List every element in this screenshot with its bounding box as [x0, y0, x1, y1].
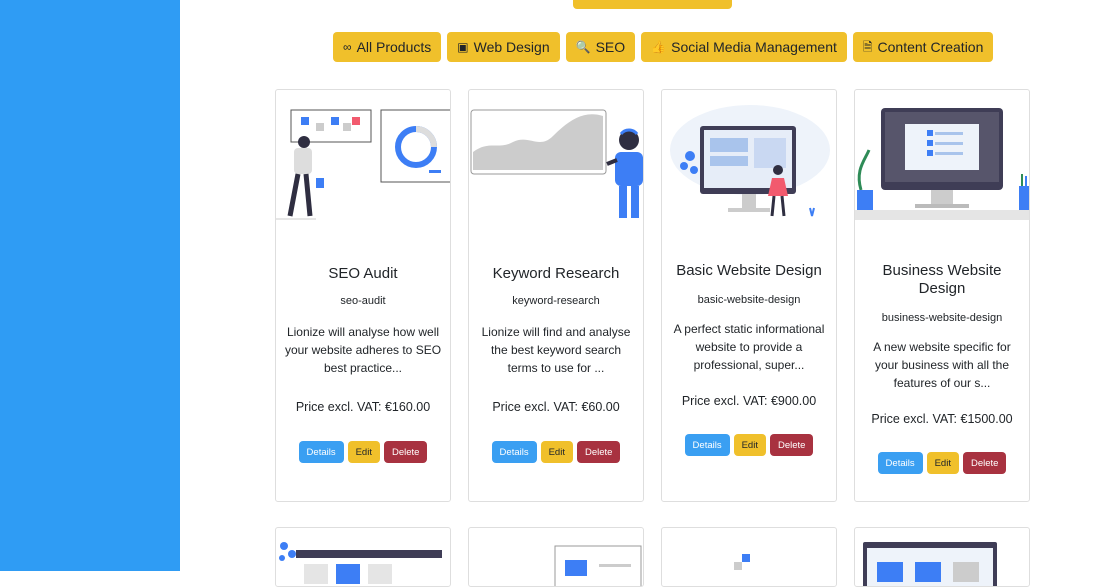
- product-price: Price excl. VAT: €60.00: [492, 400, 620, 414]
- card-actions: Details Edit Delete: [670, 434, 828, 456]
- product-illustration: [855, 90, 1029, 220]
- product-price: Price excl. VAT: €900.00: [681, 394, 817, 408]
- edit-button[interactable]: Edit: [540, 441, 573, 463]
- delete-button[interactable]: Delete: [576, 441, 621, 463]
- delete-button[interactable]: Delete: [769, 434, 814, 456]
- product-illustration: [863, 542, 997, 586]
- product-title: Basic Website Design: [676, 262, 822, 279]
- delete-button[interactable]: Delete: [383, 441, 428, 463]
- filter-label: All Products: [356, 39, 432, 55]
- search-icon: 🔍: [575, 40, 591, 54]
- filter-label: SEO: [595, 39, 626, 55]
- details-button[interactable]: Details: [491, 441, 537, 463]
- product-description: Lionize will find and analyse the best k…: [481, 325, 631, 375]
- product-slug: business-website-design: [881, 312, 1003, 324]
- product-card: [854, 527, 1030, 587]
- product-illustration: [279, 542, 442, 584]
- product-illustration: [734, 554, 750, 570]
- details-button[interactable]: Details: [684, 434, 730, 456]
- product-card: [661, 527, 837, 587]
- card-actions: Details Edit Delete: [863, 452, 1021, 474]
- thumbs-up-icon: 👍: [651, 40, 667, 54]
- edit-button[interactable]: Edit: [347, 441, 380, 463]
- product-illustration: [469, 90, 643, 220]
- product-illustration: [662, 90, 836, 220]
- top-action-button[interactable]: [573, 0, 732, 9]
- product-title: Business Website Design: [882, 262, 1002, 297]
- card-actions: Details Edit Delete: [284, 441, 442, 463]
- sidebar: [0, 0, 180, 571]
- filter-label: Content Creation: [877, 39, 984, 55]
- product-price: Price excl. VAT: €1500.00: [871, 412, 1013, 426]
- product-slug: seo-audit: [340, 295, 386, 307]
- product-slug: keyword-research: [512, 295, 600, 307]
- edit-button[interactable]: Edit: [926, 452, 959, 474]
- filter-label: Web Design: [473, 39, 550, 55]
- edit-button[interactable]: Edit: [733, 434, 766, 456]
- product-description: A perfect static informational website t…: [673, 322, 825, 372]
- delete-button[interactable]: Delete: [962, 452, 1007, 474]
- filter-seo-button[interactable]: 🔍 SEO: [565, 32, 636, 62]
- product-card: Keyword Research keyword-research Lioniz…: [468, 89, 644, 502]
- product-description: A new website specific for your business…: [873, 340, 1011, 390]
- file-icon: 🗎: [862, 40, 873, 54]
- product-card: [275, 527, 451, 587]
- product-price: Price excl. VAT: €160.00: [295, 400, 431, 414]
- filter-web-design-button[interactable]: ▣ Web Design: [447, 32, 560, 62]
- product-card: SEO Audit seo-audit Lionize will analyse…: [275, 89, 451, 502]
- infinity-icon: ∞: [343, 40, 352, 54]
- product-illustration: [554, 545, 642, 586]
- product-title: Keyword Research: [492, 265, 620, 282]
- filter-label: Social Media Management: [671, 39, 837, 55]
- filter-social-media-button[interactable]: 👍 Social Media Management: [641, 32, 847, 62]
- product-description: Lionize will analyse how well your websi…: [284, 325, 442, 375]
- product-card: [468, 527, 644, 587]
- filter-all-products-button[interactable]: ∞ All Products: [333, 32, 442, 62]
- product-card: Basic Website Design basic-website-desig…: [661, 89, 837, 502]
- details-button[interactable]: Details: [298, 441, 344, 463]
- product-slug: basic-website-design: [697, 294, 801, 306]
- product-illustration: [276, 90, 450, 220]
- filter-content-creation-button[interactable]: 🗎 Content Creation: [852, 32, 994, 62]
- product-title: SEO Audit: [328, 265, 398, 282]
- product-card: Business Website Design business-website…: [854, 89, 1030, 502]
- image-icon: ▣: [457, 40, 469, 54]
- card-actions: Details Edit Delete: [477, 441, 635, 463]
- category-filter-bar: ∞ All Products ▣ Web Design 🔍 SEO 👍 Soci…: [333, 32, 994, 62]
- details-button[interactable]: Details: [877, 452, 923, 474]
